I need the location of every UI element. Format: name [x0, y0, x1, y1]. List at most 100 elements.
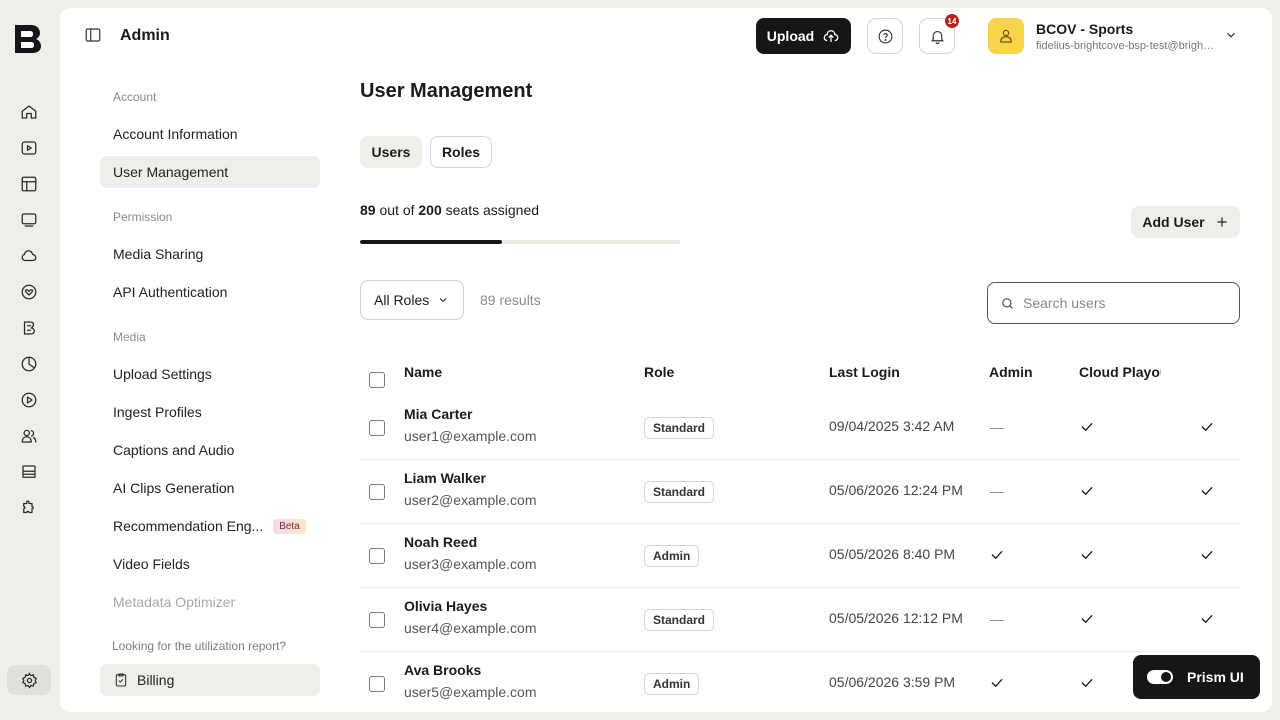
prism-ui-toggle[interactable]: Prism UI — [1133, 655, 1260, 699]
brand-icon[interactable] — [18, 317, 40, 339]
user-name: Ava Brooks — [404, 662, 482, 678]
page-title: User Management — [360, 80, 533, 102]
search-input[interactable] — [1023, 295, 1223, 311]
nav-item-user-management[interactable]: User Management — [100, 156, 320, 188]
role-badge: Admin — [644, 545, 700, 567]
nav-item-billing[interactable]: Billing — [100, 664, 320, 696]
nav-item-account-information[interactable]: Account Information — [100, 118, 320, 150]
search-icon — [1002, 297, 1013, 309]
nav-item-recommendation[interactable]: Recommendation Eng... Beta — [100, 510, 320, 542]
nav-item-upload-settings[interactable]: Upload Settings — [100, 358, 320, 390]
row-checkbox[interactable] — [369, 484, 385, 500]
table-row[interactable]: Ava Brooks user5@example.com Admin 05/06/20… — [360, 652, 1240, 712]
last-login: 05/05/2026 12:12 PM — [829, 610, 963, 626]
nav-item-video-fields[interactable]: Video Fields — [100, 548, 320, 580]
table-row[interactable]: Mia Carter user1@example.com Standard 09/04… — [360, 396, 1240, 460]
add-user-button[interactable]: Add User — [1131, 206, 1240, 238]
play-icon[interactable] — [18, 389, 40, 411]
row-checkbox[interactable] — [369, 612, 385, 628]
home-icon[interactable] — [18, 101, 40, 123]
admin-check-icon — [988, 674, 1006, 692]
table-row[interactable]: Liam Walker user2@example.com Standard 05/0… — [360, 460, 1240, 524]
tab-users[interactable]: Users — [360, 136, 422, 168]
admin-dash: — — [990, 483, 1004, 499]
seats-out-of: out of — [379, 202, 415, 218]
results-count: 89 results — [480, 292, 541, 308]
row-checkbox[interactable] — [369, 420, 385, 436]
column-header-name[interactable]: Name — [404, 364, 442, 380]
analytics-icon[interactable] — [18, 353, 40, 375]
role-badge: Standard — [644, 609, 715, 631]
user-email: user5@example.com — [404, 684, 537, 700]
seats-total: 200 — [418, 202, 442, 218]
nav-item-ai-clips[interactable]: AI Clips Generation — [100, 472, 320, 504]
user-name: Olivia Hayes — [404, 598, 488, 614]
table-row[interactable]: Olivia Hayes user4@example.com Standard 05/… — [360, 588, 1240, 652]
video-icon[interactable] — [18, 137, 40, 159]
user-email: user1@example.com — [404, 428, 537, 444]
cloud-playout-check-icon — [1078, 546, 1096, 564]
seats-progress-fill — [360, 240, 503, 244]
users-icon[interactable] — [18, 425, 40, 447]
cloud-playout-check-icon — [1078, 674, 1096, 692]
seats-suffix: seats assigned — [445, 202, 540, 218]
column-header-admin[interactable]: Admin — [989, 364, 1033, 380]
user-management-content: User Management Users Roles 89 out of 20… — [360, 8, 1240, 712]
nav-section-account: Account — [113, 90, 157, 104]
column-header-cloud-playout[interactable]: Cloud Playout — [1079, 364, 1161, 380]
table-row[interactable]: Noah Reed user3@example.com Admin 05/05/202… — [360, 524, 1240, 588]
monitor-icon[interactable] — [18, 209, 40, 231]
prism-label: Prism UI — [1187, 669, 1244, 685]
admin-check-icon — [988, 546, 1006, 564]
select-all-checkbox[interactable] — [369, 372, 385, 388]
cloud-playout-check-icon — [1078, 610, 1096, 628]
seats-summary: 89 out of 200 seats assigned — [360, 202, 539, 218]
role-badge: Standard — [644, 481, 715, 503]
user-email: user4@example.com — [404, 620, 537, 636]
plugin-icon[interactable] — [18, 497, 40, 519]
settings-icon — [21, 671, 37, 689]
nav-item-media-sharing[interactable]: Media Sharing — [100, 238, 320, 270]
extra-permission-check-icon — [1198, 546, 1216, 564]
row-checkbox[interactable] — [369, 548, 385, 564]
role-badge: Standard — [644, 417, 715, 439]
nav-item-recommendation-label: Recommendation Eng... — [113, 518, 264, 534]
cloud-icon[interactable] — [18, 245, 40, 267]
nav-item-captions-audio[interactable]: Captions and Audio — [100, 434, 320, 466]
plus-icon — [1216, 217, 1227, 227]
column-header-role[interactable]: Role — [644, 364, 674, 380]
seats-assigned: 89 — [360, 202, 376, 218]
nav-item-metadata-optimizer[interactable]: Metadata Optimizer — [100, 586, 320, 618]
sidebar-toggle-icon[interactable] — [84, 26, 104, 46]
nav-section-media: Media — [113, 330, 146, 344]
user-name: Mia Carter — [404, 406, 473, 422]
user-email: user3@example.com — [404, 556, 537, 572]
brand-logo-icon[interactable] — [12, 22, 44, 56]
nav-item-billing-label: Billing — [137, 672, 175, 688]
user-email: user2@example.com — [404, 492, 537, 508]
roles-filter-select[interactable]: All Roles — [360, 280, 464, 320]
extra-permission-check-icon — [1198, 482, 1216, 500]
role-badge: Admin — [644, 673, 700, 695]
chevron-down-icon — [439, 298, 447, 303]
heart-icon[interactable] — [18, 281, 40, 303]
seats-progress-bar — [360, 240, 680, 244]
user-name: Noah Reed — [404, 534, 478, 550]
prism-toggle-switch[interactable] — [1147, 670, 1173, 684]
beta-badge: Beta — [273, 518, 306, 534]
row-checkbox[interactable] — [369, 676, 385, 692]
search-box[interactable] — [987, 282, 1240, 324]
settings-rail-button[interactable] — [7, 665, 51, 695]
column-header-last-login[interactable]: Last Login — [829, 364, 900, 380]
layout-icon[interactable] — [18, 173, 40, 195]
roles-filter-value: All Roles — [374, 292, 430, 308]
nav-section-permission: Permission — [113, 210, 173, 224]
last-login: 05/06/2026 3:59 PM — [829, 674, 956, 690]
last-login: 05/06/2026 12:24 PM — [829, 482, 963, 498]
nav-item-api-authentication[interactable]: API Authentication — [100, 276, 320, 308]
storage-icon[interactable] — [18, 461, 40, 483]
tab-roles[interactable]: Roles — [430, 136, 492, 168]
main-panel: Admin Upload 14 BCOV - Sports fidelius-b… — [60, 8, 1272, 712]
admin-dash: — — [990, 419, 1004, 435]
nav-item-ingest-profiles[interactable]: Ingest Profiles — [100, 396, 320, 428]
